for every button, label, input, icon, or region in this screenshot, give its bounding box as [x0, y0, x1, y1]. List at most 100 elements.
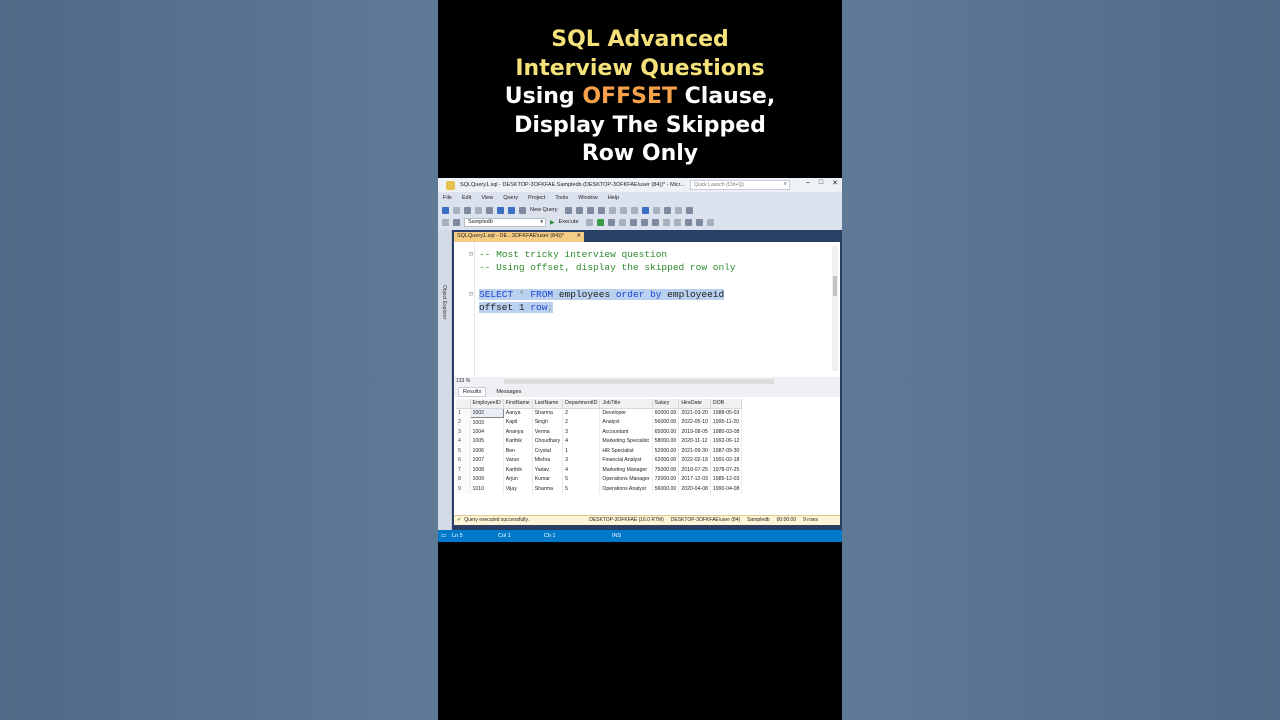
row-number[interactable]: 6: [456, 455, 471, 465]
table-cell[interactable]: Sharma: [532, 484, 564, 494]
column-header[interactable]: FirstName: [503, 399, 533, 409]
menu-tools[interactable]: Tools: [555, 195, 568, 201]
row-number[interactable]: 8: [456, 474, 471, 484]
save-all-icon[interactable]: [508, 206, 515, 214]
undo-icon[interactable]: [641, 206, 649, 214]
table-cell[interactable]: Varun: [503, 455, 533, 465]
table-cell[interactable]: Kumar: [532, 474, 564, 484]
table-cell[interactable]: 1003: [470, 417, 504, 427]
table-cell[interactable]: Aanya: [503, 408, 533, 418]
uncomment-icon[interactable]: [673, 218, 681, 226]
close-icon[interactable]: ✕: [832, 179, 838, 187]
change-connection-icon[interactable]: [453, 218, 460, 226]
column-header[interactable]: EmployeeID: [470, 399, 504, 409]
row-number[interactable]: 2: [456, 417, 471, 427]
table-cell[interactable]: Sharma: [532, 408, 564, 418]
table-cell[interactable]: 1980-03-08: [710, 427, 743, 437]
quick-launch-input[interactable]: Quick Launch (Ctrl+Q) ⌕: [690, 180, 790, 190]
table-cell[interactable]: Karthik: [503, 465, 533, 475]
table-cell[interactable]: 2022-02-18: [678, 455, 711, 465]
tab-sqlquery1[interactable]: SQLQuery1.sql - DE...3OFKFAE\user (84))*…: [454, 232, 584, 242]
menu-help[interactable]: Help: [608, 195, 619, 201]
table-cell[interactable]: Accountant: [599, 427, 653, 437]
debug-icon[interactable]: [663, 206, 671, 214]
row-number[interactable]: 4: [456, 436, 471, 446]
table-cell[interactable]: 4: [562, 436, 601, 446]
query-icon[interactable]: [564, 206, 572, 214]
new-query-icon[interactable]: [519, 206, 526, 214]
menu-query[interactable]: Query: [503, 195, 518, 201]
table-row[interactable]: 3 1004 Ananya Verma 3 Accountant 65000.00 2019-…: [456, 427, 743, 437]
properties-icon[interactable]: [685, 206, 693, 214]
database-select[interactable]: Sampledb ▾: [464, 217, 546, 227]
table-cell[interactable]: 1978-07-25: [710, 465, 743, 475]
table-row[interactable]: 6 1007 Varun Mishra 3 Financial Analyst 62000.…: [456, 455, 743, 465]
table-cell[interactable]: 1990-04-08: [710, 484, 743, 494]
find-icon[interactable]: [674, 206, 682, 214]
table-cell[interactable]: 1992-06-12: [710, 436, 743, 446]
table-cell[interactable]: 65000.00: [652, 427, 680, 437]
cut-icon[interactable]: [608, 206, 616, 214]
table-cell[interactable]: 2: [562, 408, 601, 418]
cancel-icon[interactable]: [585, 218, 593, 226]
table-cell[interactable]: Singh: [532, 417, 564, 427]
table-cell[interactable]: 56000.00: [652, 417, 680, 427]
tab-messages[interactable]: Messages: [496, 389, 521, 395]
query-icon-4[interactable]: [597, 206, 605, 214]
table-cell[interactable]: Vijay: [503, 484, 533, 494]
table-cell[interactable]: 2017-12-03: [678, 474, 711, 484]
row-number[interactable]: 7: [456, 465, 471, 475]
table-cell[interactable]: 1988-05-03: [710, 408, 743, 418]
row-number[interactable]: 1: [456, 408, 471, 418]
menu-file[interactable]: File: [443, 195, 452, 201]
table-cell[interactable]: 1: [562, 446, 601, 456]
table-cell[interactable]: 3: [562, 427, 601, 437]
column-header[interactable]: HireDate: [678, 399, 711, 409]
table-cell[interactable]: 60000.00: [652, 408, 680, 418]
table-cell[interactable]: Verma: [532, 427, 564, 437]
forward-icon[interactable]: [453, 206, 460, 214]
table-cell[interactable]: 2021-09-30: [678, 446, 711, 456]
intellisense-icon[interactable]: [618, 218, 626, 226]
table-cell[interactable]: 52000.00: [652, 446, 680, 456]
table-cell[interactable]: 1008: [470, 465, 504, 475]
table-cell[interactable]: 75000.00: [652, 465, 680, 475]
table-cell[interactable]: Yadav: [532, 465, 564, 475]
results-to-text-icon[interactable]: [640, 218, 648, 226]
collapse-icon-2[interactable]: ⊟: [469, 290, 473, 299]
editor-vertical-scrollbar[interactable]: [832, 246, 838, 371]
row-number[interactable]: 5: [456, 446, 471, 456]
table-cell[interactable]: 1007: [470, 455, 504, 465]
results-to-grid-icon[interactable]: [629, 218, 637, 226]
table-cell[interactable]: 1005: [470, 436, 504, 446]
table-cell[interactable]: 5: [562, 474, 601, 484]
connect-icon[interactable]: [442, 218, 449, 226]
column-header[interactable]: DOB: [710, 399, 743, 409]
redo-icon[interactable]: [652, 206, 660, 214]
outdent-icon[interactable]: [695, 218, 703, 226]
table-cell[interactable]: 4: [562, 465, 601, 475]
table-cell[interactable]: 2020-11-12: [678, 436, 711, 446]
menu-view[interactable]: View: [481, 195, 493, 201]
table-cell[interactable]: Marketing Specialist: [599, 436, 653, 446]
table-cell[interactable]: Operations Analyst: [599, 484, 653, 494]
table-cell[interactable]: 1987-09-30: [710, 446, 743, 456]
table-cell[interactable]: Ben: [503, 446, 533, 456]
new-query-button[interactable]: New Query: [530, 207, 558, 213]
query-editor[interactable]: ⊟ -- Most tricky interview question -- U…: [454, 242, 840, 377]
row-number[interactable]: 9: [456, 484, 471, 494]
column-header[interactable]: JobTitle: [599, 399, 653, 409]
parse-icon[interactable]: [596, 218, 604, 226]
table-cell[interactable]: 1004: [470, 427, 504, 437]
table-cell[interactable]: 62000.00: [652, 455, 680, 465]
table-cell[interactable]: 1010: [470, 484, 504, 494]
menu-window[interactable]: Window: [578, 195, 598, 201]
table-cell[interactable]: 2020-04-08: [678, 484, 711, 494]
table-cell[interactable]: 58000.00: [652, 436, 680, 446]
open-file-icon[interactable]: [486, 206, 493, 214]
table-row[interactable]: 7 1008 Karthik Yadav 4 Marketing Manager 75000…: [456, 465, 743, 475]
table-cell[interactable]: 1009: [470, 474, 504, 484]
table-row[interactable]: 8 1009 Arjun Kumar 5 Operations Manager 72000.…: [456, 474, 743, 484]
table-cell[interactable]: 2019-08-05: [678, 427, 711, 437]
table-cell[interactable]: Choudhary: [532, 436, 564, 446]
